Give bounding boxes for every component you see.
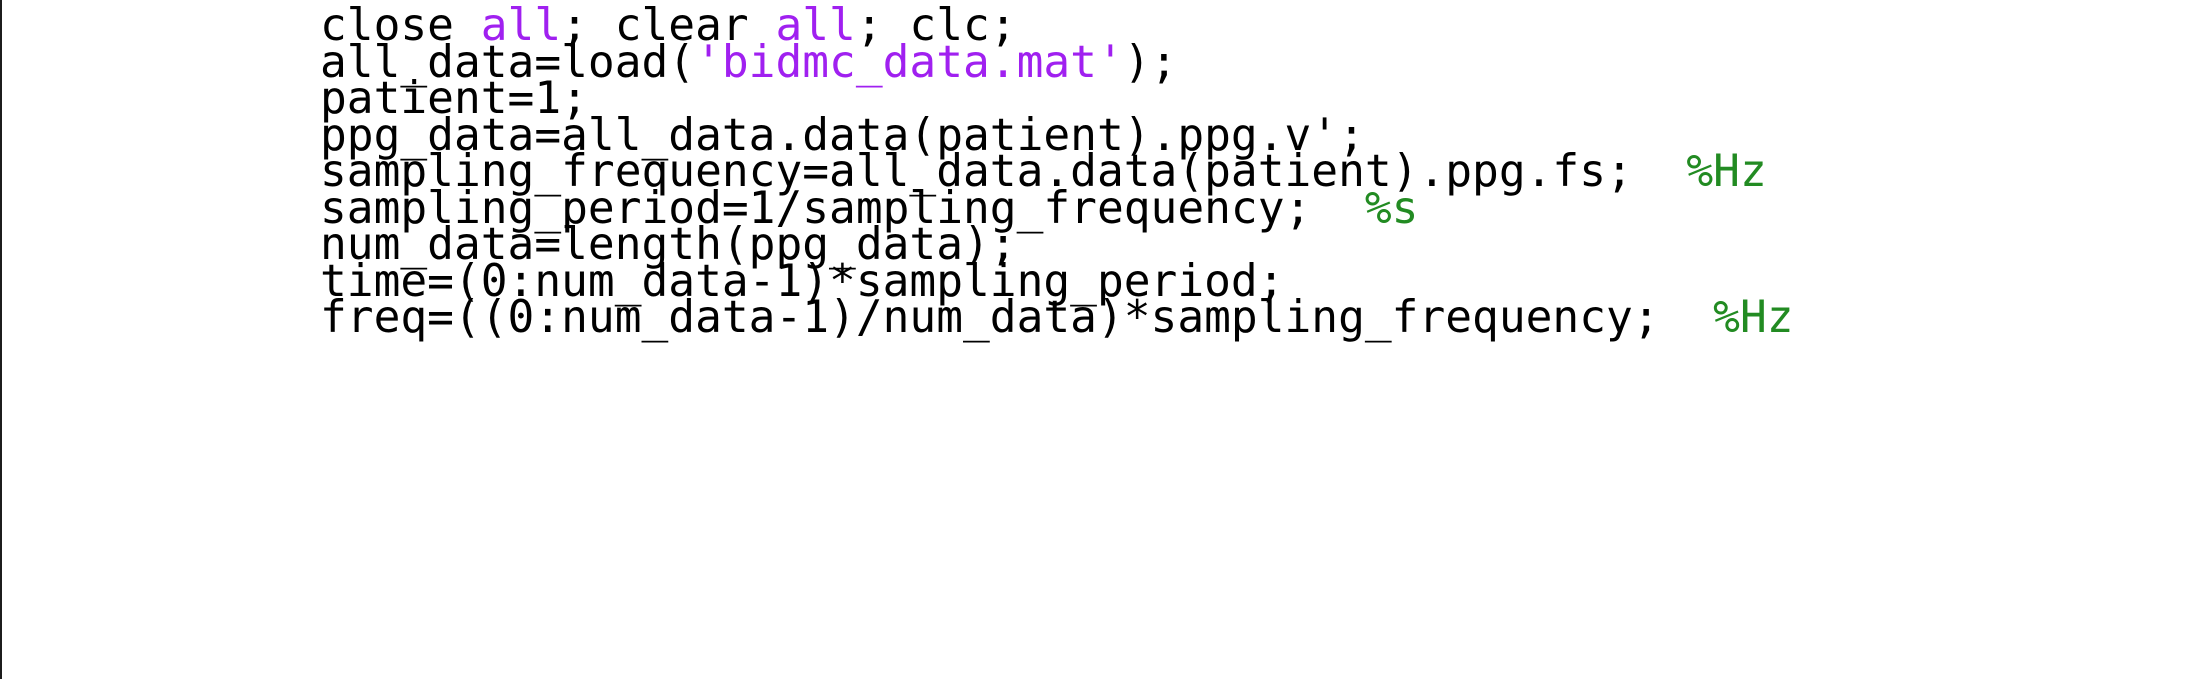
code-token-plain: freq=((0:num_data-1)/num_data)*sampling_… <box>320 292 1714 343</box>
code-token-string: 'bidmc_data.mat' <box>695 36 1124 88</box>
code-line[interactable]: all_data=load('bidmc_data.mat'); <box>320 40 2170 85</box>
code-token-comment: %s <box>1364 182 1419 234</box>
code-line[interactable]: freq=((0:num_data-1)/num_data)*sampling_… <box>320 295 2170 340</box>
code-token-plain: ); <box>1123 36 1178 88</box>
code-token-comment: %Hz <box>1686 146 1767 197</box>
code-block[interactable]: close all; clear all; clc; all_data=load(… <box>320 3 2170 340</box>
code-page: close all; clear all; clc; all_data=load(… <box>0 0 2192 679</box>
code-token-comment: %Hz <box>1713 292 1794 343</box>
